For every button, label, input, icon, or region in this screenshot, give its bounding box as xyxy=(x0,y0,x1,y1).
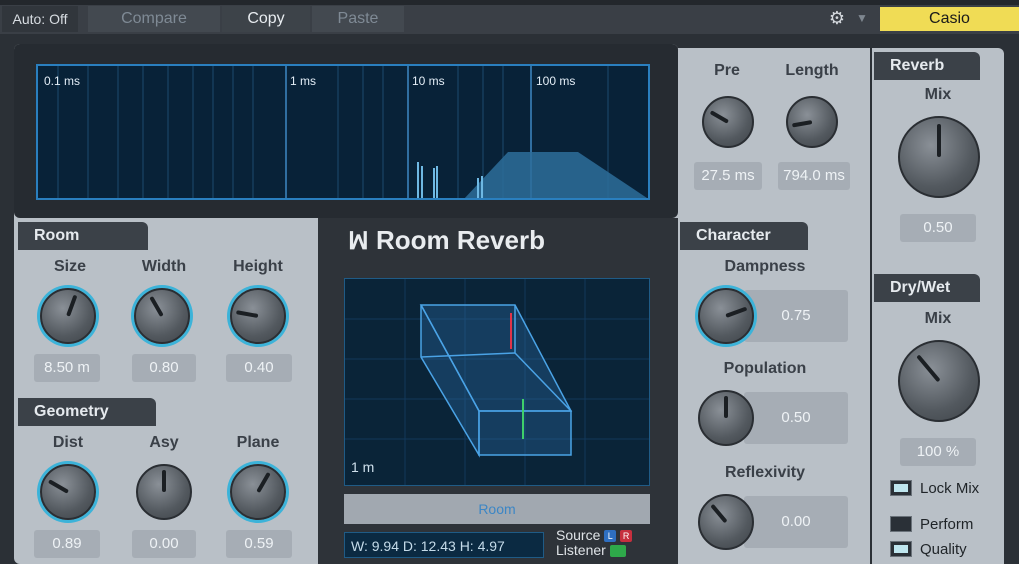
reverb-header: Reverb xyxy=(874,52,980,80)
dampness-knob[interactable] xyxy=(698,288,754,344)
pre-value: 27.5 ms xyxy=(694,162,762,190)
lock-mix-label: Lock Mix xyxy=(920,480,980,497)
population-knob[interactable] xyxy=(698,390,754,446)
plugin-logo: ꟽ Room Reverb xyxy=(348,222,648,258)
lock-mix-checkbox[interactable] xyxy=(890,480,912,496)
drywet-mix-label: Mix xyxy=(924,310,952,327)
population-value: 0.50 xyxy=(744,392,848,444)
plane-value: 0.59 xyxy=(226,530,292,558)
length-value: 794.0 ms xyxy=(778,162,850,190)
listener-label: Listener xyxy=(556,542,606,558)
reverb-mix-label: Mix xyxy=(924,86,952,103)
quality-label: Quality xyxy=(920,541,967,558)
length-label: Length xyxy=(785,62,839,79)
asy-label: Asy xyxy=(149,434,179,451)
geometry-header: Geometry xyxy=(18,398,156,426)
chevron-down-icon[interactable]: ▼ xyxy=(852,7,872,29)
automation-button[interactable]: Auto: Off xyxy=(2,6,78,32)
room-box-graphic xyxy=(345,279,649,485)
dist-label: Dist xyxy=(52,434,84,451)
preset-name[interactable]: Casio xyxy=(880,7,1019,31)
room-visualizer: 1 m xyxy=(344,278,650,486)
drywet-mix-knob[interactable] xyxy=(898,340,980,422)
copy-button[interactable]: Copy xyxy=(222,6,310,32)
width-value: 0.80 xyxy=(132,354,196,382)
size-label: Size xyxy=(53,258,86,275)
logo-icon: ꟽ xyxy=(348,228,369,255)
population-label: Population xyxy=(723,360,807,377)
top-strip xyxy=(0,0,1019,5)
reflexivity-value: 0.00 xyxy=(744,496,848,548)
dist-value: 0.89 xyxy=(34,530,100,558)
scale-label: 1 ms xyxy=(290,74,317,88)
source-listener-legend: Source L R Listener xyxy=(556,528,660,558)
scale-marker: 1 m xyxy=(351,459,375,475)
size-knob[interactable] xyxy=(40,288,96,344)
reverb-mix-knob[interactable] xyxy=(898,116,980,198)
paste-button[interactable]: Paste xyxy=(312,6,404,32)
perform-label: Perform xyxy=(920,516,974,533)
character-header: Character xyxy=(680,222,808,250)
gear-icon[interactable]: ⚙ xyxy=(826,7,848,29)
pre-label: Pre xyxy=(714,62,740,79)
height-knob[interactable] xyxy=(230,288,286,344)
asy-value: 0.00 xyxy=(132,530,196,558)
length-knob[interactable] xyxy=(786,96,838,148)
width-label: Width xyxy=(141,258,187,275)
room-mode-button[interactable]: Room xyxy=(344,494,650,524)
right-tag: R xyxy=(620,530,633,543)
room-header: Room xyxy=(18,222,148,250)
scale-label: 0.1 ms xyxy=(44,74,81,88)
plane-label: Plane xyxy=(236,434,280,451)
dimensions-readout: W: 9.94 D: 12.43 H: 4.97 xyxy=(344,532,544,558)
scale-label: 100 ms xyxy=(536,74,576,88)
reflexivity-knob[interactable] xyxy=(698,494,754,550)
drywet-header: Dry/Wet xyxy=(874,274,980,302)
source-label: Source xyxy=(556,527,601,543)
pre-knob[interactable] xyxy=(702,96,754,148)
plane-knob[interactable] xyxy=(230,464,286,520)
impulse-display: 0.1 ms 1 ms 10 ms 100 ms xyxy=(36,64,650,200)
size-value: 8.50 m xyxy=(34,354,100,382)
height-label: Height xyxy=(233,258,283,275)
left-tag: L xyxy=(604,530,617,543)
quality-checkbox[interactable] xyxy=(890,541,912,557)
drywet-mix-value: 100 % xyxy=(900,438,976,466)
dampness-value: 0.75 xyxy=(744,290,848,342)
reflexivity-label: Reflexivity xyxy=(724,464,806,481)
perform-checkbox[interactable] xyxy=(890,516,912,532)
scale-label: 10 ms xyxy=(412,74,445,88)
asy-knob[interactable] xyxy=(136,464,192,520)
plugin-title: Room Reverb xyxy=(375,225,545,255)
toolbar: Auto: Off Compare Copy Paste ⚙ ▼ Casio xyxy=(0,0,1019,34)
dist-knob[interactable] xyxy=(40,464,96,520)
width-knob[interactable] xyxy=(134,288,190,344)
compare-button[interactable]: Compare xyxy=(88,6,220,32)
reverb-mix-value: 0.50 xyxy=(900,214,976,242)
height-value: 0.40 xyxy=(226,354,292,382)
listener-tag xyxy=(609,545,626,558)
dampness-label: Dampness xyxy=(724,258,806,275)
